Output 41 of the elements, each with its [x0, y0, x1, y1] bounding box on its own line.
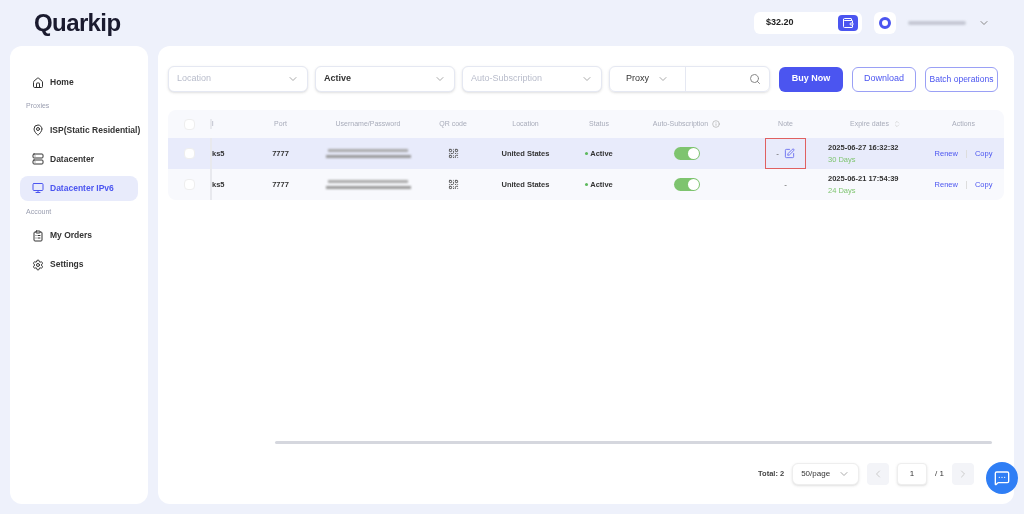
- search-field[interactable]: Proxy: [609, 66, 770, 92]
- proxy-select[interactable]: Proxy: [626, 72, 649, 86]
- note-text: -: [784, 178, 787, 191]
- previous-page-button[interactable]: [867, 463, 890, 485]
- sidebar-item[interactable]: Home: [20, 70, 138, 95]
- wallet-button[interactable]: [838, 15, 858, 31]
- clipboard-icon: [32, 229, 44, 242]
- edit-icon[interactable]: [783, 148, 795, 159]
- page-input[interactable]: 1: [897, 463, 928, 485]
- settings-icon: [32, 258, 44, 271]
- page-size-select[interactable]: 50/page: [792, 463, 860, 485]
- download-button[interactable]: Download: [852, 66, 916, 92]
- sidebar-item[interactable]: Settings: [20, 252, 138, 277]
- sidebar-item[interactable]: Datacenter: [20, 146, 138, 172]
- qr-code-icon[interactable]: [447, 148, 459, 159]
- sidebar-item[interactable]: Datacenter IPv6: [20, 175, 138, 201]
- monitor-icon: [32, 182, 44, 194]
- sort-icon: [892, 120, 901, 128]
- qr-code-icon[interactable]: [447, 179, 459, 190]
- status-select[interactable]: Active: [315, 66, 455, 92]
- username-blurred: [908, 21, 966, 25]
- sidebar-item[interactable]: ISP(Static Residential): [20, 117, 138, 143]
- page-count: / 1: [935, 468, 944, 480]
- avatar[interactable]: [874, 12, 896, 34]
- balance-amount: $32.20: [766, 16, 794, 30]
- sidebar-item[interactable]: My Orders: [20, 223, 138, 248]
- map-pin-icon: [32, 124, 44, 136]
- chat-icon: [994, 470, 1010, 486]
- toggle-switch[interactable]: [673, 147, 700, 160]
- info-icon: [712, 120, 721, 128]
- search-icon: [749, 73, 761, 85]
- next-page-button[interactable]: [952, 463, 974, 485]
- logo: Quarkip: [34, 8, 121, 38]
- toggle-switch[interactable]: [673, 178, 700, 191]
- buy-now-button[interactable]: Buy Now: [779, 66, 843, 92]
- horizontal-scrollbar[interactable]: [275, 441, 992, 444]
- note-text: -: [776, 147, 779, 160]
- wallet-icon: [842, 17, 854, 29]
- batch-operations-button[interactable]: Batch operations: [925, 66, 998, 92]
- server-icon: [32, 153, 44, 165]
- home-icon: [32, 76, 44, 89]
